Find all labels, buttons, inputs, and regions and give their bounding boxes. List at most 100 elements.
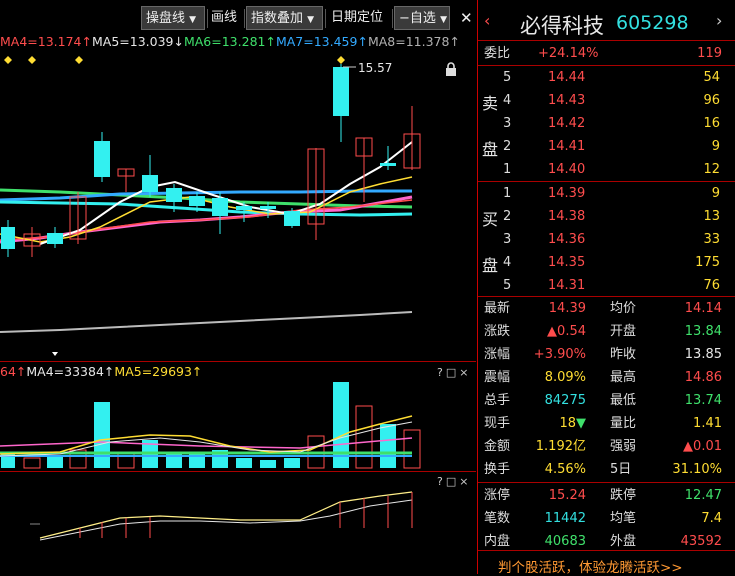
candle-down	[166, 188, 182, 202]
buy-volume: 76	[703, 278, 720, 293]
sell-level-row[interactable]: 5 14.44 54	[500, 66, 735, 89]
stat-value: 84275	[544, 393, 586, 408]
level: 1	[503, 162, 512, 177]
buy-price: 14.31	[548, 278, 586, 293]
draw-line-button[interactable]: 画线	[207, 6, 241, 30]
stat-value: 31.10%	[672, 462, 722, 477]
stat-value: 11442	[544, 511, 586, 526]
candle-down	[333, 67, 349, 116]
candle-down	[212, 198, 228, 216]
stock-name: 必得科技	[520, 14, 604, 38]
buy-price: 14.38	[548, 209, 586, 224]
stat-row: 涨停 15.24 跌停 12.47	[478, 484, 735, 507]
stat-value: 7.4	[701, 511, 722, 526]
candle-down	[47, 233, 63, 244]
sell-price: 14.44	[548, 70, 586, 85]
ma8-label: MA8=11.378↑	[367, 34, 460, 49]
buy-price: 14.39	[548, 186, 586, 201]
minus-icon: −	[399, 11, 410, 26]
sell-price: 14.42	[548, 116, 586, 131]
level: 3	[503, 232, 512, 247]
promo-link[interactable]: 判个股活跃，体验龙腾活跃>>	[498, 556, 683, 576]
volume-value: 64↑	[0, 364, 27, 379]
watchlist-dropdown[interactable]: −自选 ▼	[394, 6, 450, 30]
close-icon[interactable]: ✕	[456, 6, 477, 30]
divider	[478, 482, 735, 483]
volume-bar	[380, 424, 396, 468]
buy-level-row[interactable]: 4 14.35 175	[500, 251, 735, 274]
stat-row: 涨跌 ▲0.54 开盘 13.84	[478, 320, 735, 343]
toolbar-divider	[392, 9, 393, 28]
stat-label: 均笔	[610, 511, 637, 526]
sell-level-row[interactable]: 2 14.41 9	[500, 135, 735, 158]
stat-label: 笔数	[484, 511, 511, 526]
volume-bar	[260, 460, 276, 468]
stat-value: 15.24	[548, 488, 586, 503]
buy-label: 盘	[482, 256, 499, 275]
buy-level-row[interactable]: 3 14.36 33	[500, 228, 735, 251]
stat-row: 现手 18▼ 量比 1.41	[478, 412, 735, 435]
buy-level-row[interactable]: 2 14.38 13	[500, 205, 735, 228]
stat-label: 跌停	[610, 488, 637, 503]
volume-chart	[0, 382, 421, 469]
stat-row: 金额 1.192亿 强弱 ▲0.01	[478, 435, 735, 458]
caopan-line-dropdown[interactable]: 操盘线 ▼	[141, 6, 205, 30]
stat-value: 12.47	[684, 488, 722, 503]
next-stock-icon[interactable]: ›	[716, 11, 722, 30]
buy-volume: 13	[703, 209, 720, 224]
stat-label: 开盘	[610, 324, 637, 339]
chevron-down-icon: ▼	[440, 15, 447, 25]
stat-value: 13.84	[684, 324, 722, 339]
stat-row: 涨幅 +3.90% 昨收 13.85	[478, 343, 735, 366]
price-chart: 15.57	[0, 56, 421, 356]
ma-legend: MA4=13.174↑MA5=13.039↓MA6=13.281↑MA7=13.…	[0, 34, 460, 49]
stat-row: 换手 4.56% 5日 31.10%	[478, 458, 735, 481]
stat-label: 昨收	[610, 347, 637, 362]
ma5-label: MA5=13.039↓	[91, 34, 184, 49]
volume-bar	[236, 458, 252, 468]
candle-down	[94, 141, 110, 177]
stat-label: 现手	[484, 416, 511, 431]
sell-volume: 96	[703, 93, 720, 108]
buy-label: 买	[482, 210, 499, 229]
stat-label: 量比	[610, 416, 637, 431]
index-overlay-dropdown[interactable]: 指数叠加 ▼	[246, 6, 323, 30]
sell-level-row[interactable]: 4 14.43 96	[500, 89, 735, 112]
divider	[478, 40, 735, 41]
cursor-marker-icon	[52, 352, 58, 356]
sell-volume: 12	[703, 162, 720, 177]
stat-row: 笔数 11442 均笔 7.4	[478, 507, 735, 530]
stat-label: 震幅	[484, 370, 511, 385]
kline-chart-area[interactable]: 操盘线 ▼ 画线 指数叠加 ▼ 日期定位 −自选 ▼ ✕ MA4=13.174↑…	[0, 0, 476, 574]
level: 2	[503, 209, 512, 224]
prev-stock-icon[interactable]: ‹	[484, 11, 490, 30]
level: 4	[503, 93, 512, 108]
sell-level-row[interactable]: 3 14.42 16	[500, 112, 735, 135]
sell-level-row[interactable]: 1 14.40 12	[500, 158, 735, 181]
volume-panel-controls[interactable]: ?□×	[437, 366, 471, 379]
stat-row: 总手 84275 最低 13.74	[478, 389, 735, 412]
stat-value: 14.39	[548, 301, 586, 316]
stat-row: 最新 14.39 均价 14.14	[478, 297, 735, 320]
buy-volume: 33	[703, 232, 720, 247]
buy-level-row[interactable]: 5 14.31 76	[500, 274, 735, 297]
date-locate-button[interactable]: 日期定位	[327, 6, 387, 30]
index-overlay-label: 指数叠加	[251, 11, 304, 26]
sell-price: 14.40	[548, 162, 586, 177]
stat-label: 涨幅	[484, 347, 511, 362]
toolbar-divider	[244, 9, 245, 28]
sell-price: 14.41	[548, 139, 586, 154]
stat-label: 5日	[610, 462, 632, 477]
date-locate-label: 日期定位	[331, 10, 384, 25]
stat-value: ▲0.01	[683, 439, 722, 454]
chevron-down-icon: ▼	[189, 15, 197, 25]
indicator-panel-controls[interactable]: ?□×	[437, 475, 471, 488]
event-marker-icon	[4, 56, 12, 64]
event-marker-icon	[337, 56, 345, 64]
stat-value: +3.90%	[533, 347, 586, 362]
ma7-label: MA7=13.459↑	[275, 34, 368, 49]
volume-bar	[284, 458, 300, 468]
level: 5	[503, 70, 512, 85]
stat-value: 13.85	[684, 347, 722, 362]
buy-level-row[interactable]: 1 14.39 9	[500, 182, 735, 205]
